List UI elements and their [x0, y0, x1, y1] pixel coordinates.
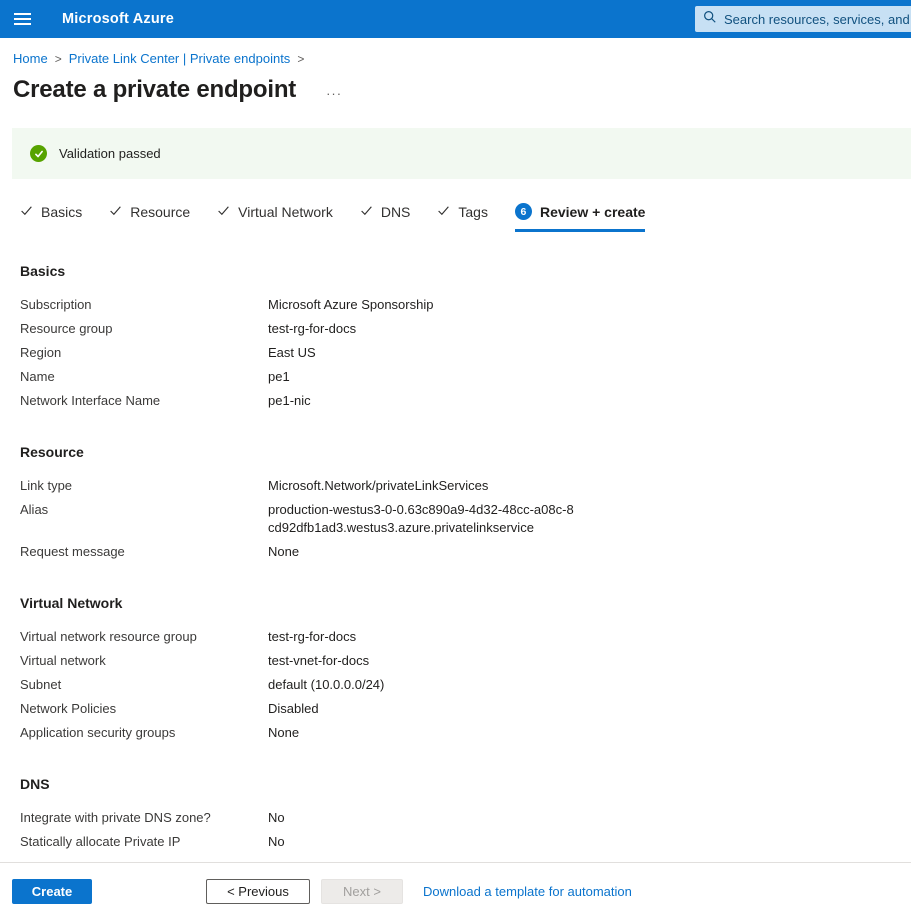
- wizard-tabs: Basics Resource Virtual Network DNS Tags…: [20, 203, 911, 232]
- tab-tags[interactable]: Tags: [437, 203, 488, 232]
- check-icon: [360, 204, 373, 220]
- field-row: Statically allocate Private IP No: [20, 830, 911, 854]
- field-row: Virtual network resource group test-rg-f…: [20, 625, 911, 649]
- section-title: Basics: [20, 263, 911, 279]
- field-row: Subnet default (10.0.0.0/24): [20, 673, 911, 697]
- create-button[interactable]: Create: [12, 879, 92, 904]
- search-input[interactable]: [724, 12, 911, 27]
- field-row: Link type Microsoft.Network/privateLinkS…: [20, 474, 911, 498]
- review-content: Basics Subscription Microsoft Azure Spon…: [0, 263, 911, 854]
- section-dns: DNS Integrate with private DNS zone? No …: [20, 776, 911, 854]
- previous-button[interactable]: < Previous: [206, 879, 310, 904]
- success-check-icon: [30, 145, 47, 162]
- field-row: Virtual network test-vnet-for-docs: [20, 649, 911, 673]
- download-template-link[interactable]: Download a template for automation: [423, 884, 632, 899]
- field-row: Name pe1: [20, 365, 911, 389]
- breadcrumb-home-link[interactable]: Home: [13, 51, 48, 66]
- next-button[interactable]: Next >: [321, 879, 403, 904]
- hamburger-menu-icon[interactable]: [10, 0, 44, 38]
- check-icon: [437, 204, 450, 220]
- validation-banner: Validation passed: [12, 128, 911, 179]
- validation-message: Validation passed: [59, 146, 161, 161]
- tab-dns[interactable]: DNS: [360, 203, 411, 232]
- field-row: Subscription Microsoft Azure Sponsorship: [20, 293, 911, 317]
- tab-basics[interactable]: Basics: [20, 203, 82, 232]
- field-row: Integrate with private DNS zone? No: [20, 806, 911, 830]
- page-title: Create a private endpoint: [13, 76, 296, 104]
- field-row: Network Policies Disabled: [20, 697, 911, 721]
- top-bar: Microsoft Azure: [0, 0, 911, 38]
- more-options-icon[interactable]: ···: [326, 80, 342, 101]
- field-row: Region East US: [20, 341, 911, 365]
- section-virtual-network: Virtual Network Virtual network resource…: [20, 595, 911, 745]
- global-search[interactable]: [695, 6, 911, 32]
- field-row: Alias production-westus3-0-0.63c890a9-4d…: [20, 498, 911, 540]
- tab-resource[interactable]: Resource: [109, 203, 190, 232]
- field-row: Request message None: [20, 540, 911, 564]
- breadcrumb-separator: >: [297, 52, 304, 66]
- breadcrumb: Home > Private Link Center | Private end…: [0, 38, 911, 66]
- breadcrumb-separator: >: [55, 52, 62, 66]
- field-row: Application security groups None: [20, 721, 911, 745]
- section-basics: Basics Subscription Microsoft Azure Spon…: [20, 263, 911, 413]
- tab-review-create[interactable]: 6 Review + create: [515, 203, 645, 232]
- section-resource: Resource Link type Microsoft.Network/pri…: [20, 444, 911, 564]
- app-title[interactable]: Microsoft Azure: [62, 11, 174, 27]
- section-title: DNS: [20, 776, 911, 792]
- check-icon: [217, 204, 230, 220]
- search-icon: [703, 10, 717, 29]
- check-icon: [109, 204, 122, 220]
- field-row: Resource group test-rg-for-docs: [20, 317, 911, 341]
- wizard-footer: Create < Previous Next > Download a temp…: [0, 862, 911, 919]
- breadcrumb-private-link-center-link[interactable]: Private Link Center | Private endpoints: [69, 51, 291, 66]
- section-title: Resource: [20, 444, 911, 460]
- tab-virtual-network[interactable]: Virtual Network: [217, 203, 333, 232]
- step-number-badge: 6: [515, 203, 532, 220]
- section-title: Virtual Network: [20, 595, 911, 611]
- field-row: Network Interface Name pe1-nic: [20, 389, 911, 413]
- check-icon: [20, 204, 33, 220]
